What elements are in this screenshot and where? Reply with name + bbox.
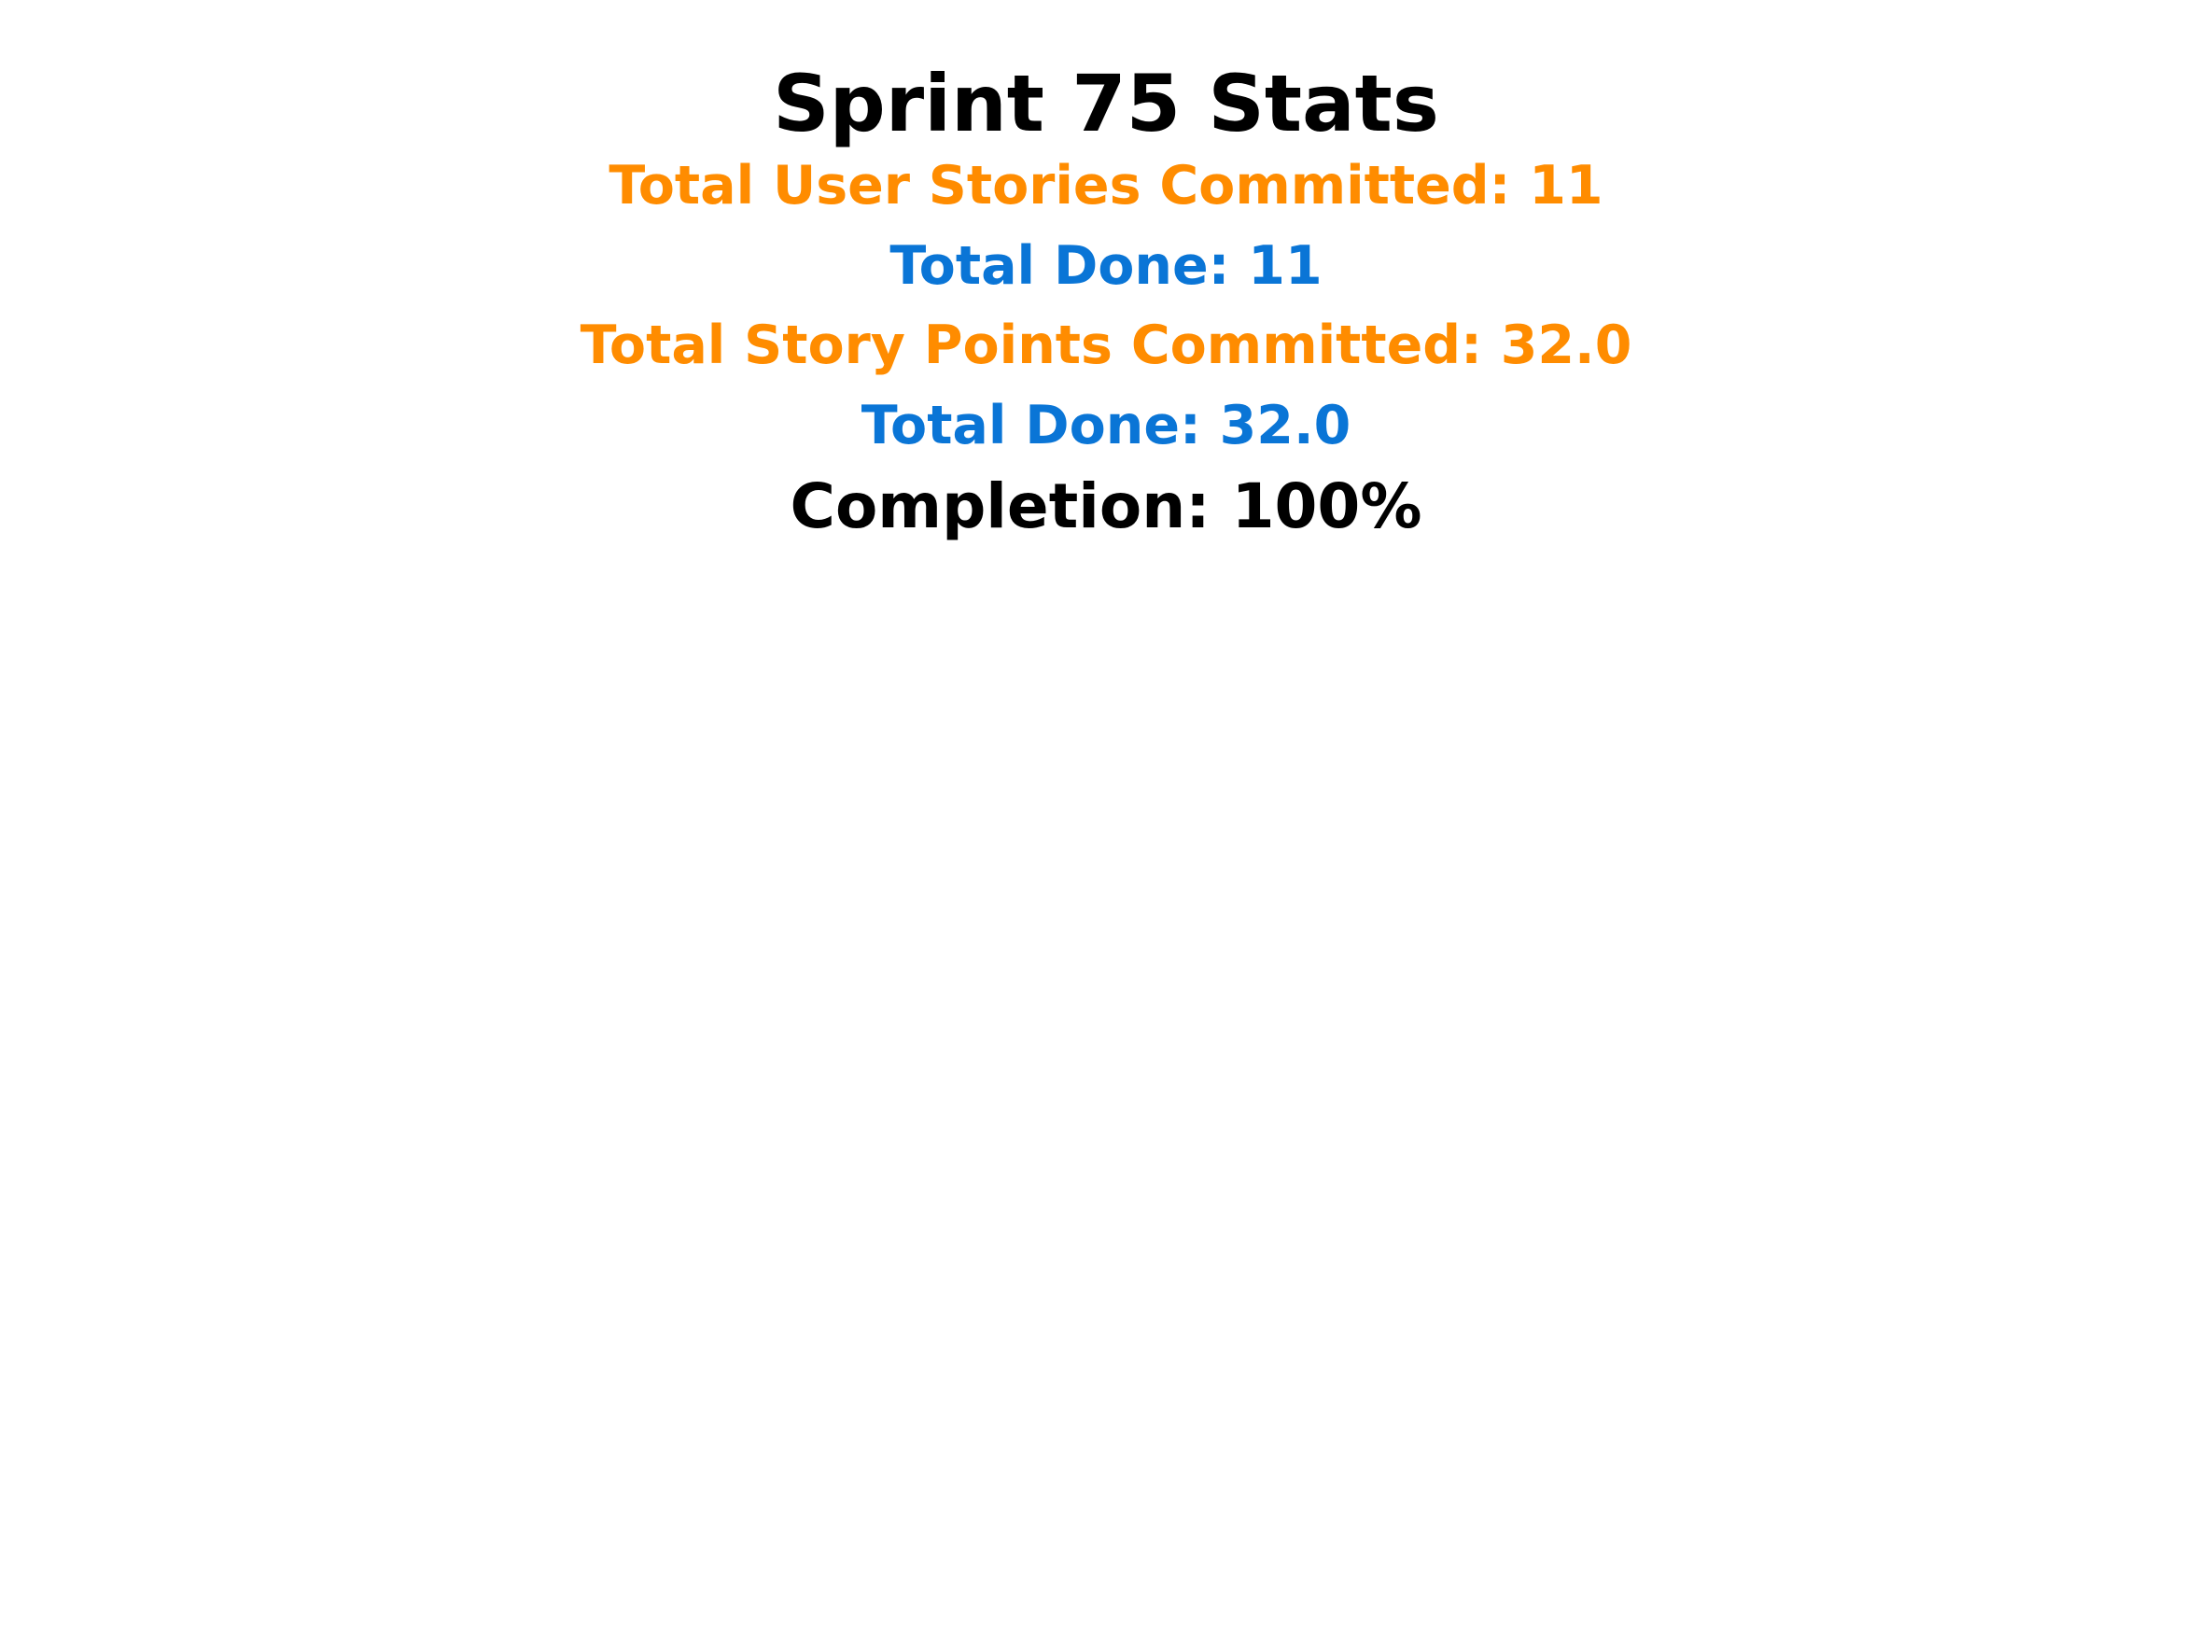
page-title: Sprint 75 Stats [773, 58, 1439, 149]
points-committed-line: Total Story Points Committed: 32.0 [580, 315, 1632, 376]
stories-done-line: Total Done: 11 [889, 235, 1323, 297]
completion-line: Completion: 100% [790, 470, 1422, 542]
points-done-line: Total Done: 32.0 [861, 395, 1351, 456]
stories-committed-line: Total User Stories Committed: 11 [609, 155, 1603, 217]
